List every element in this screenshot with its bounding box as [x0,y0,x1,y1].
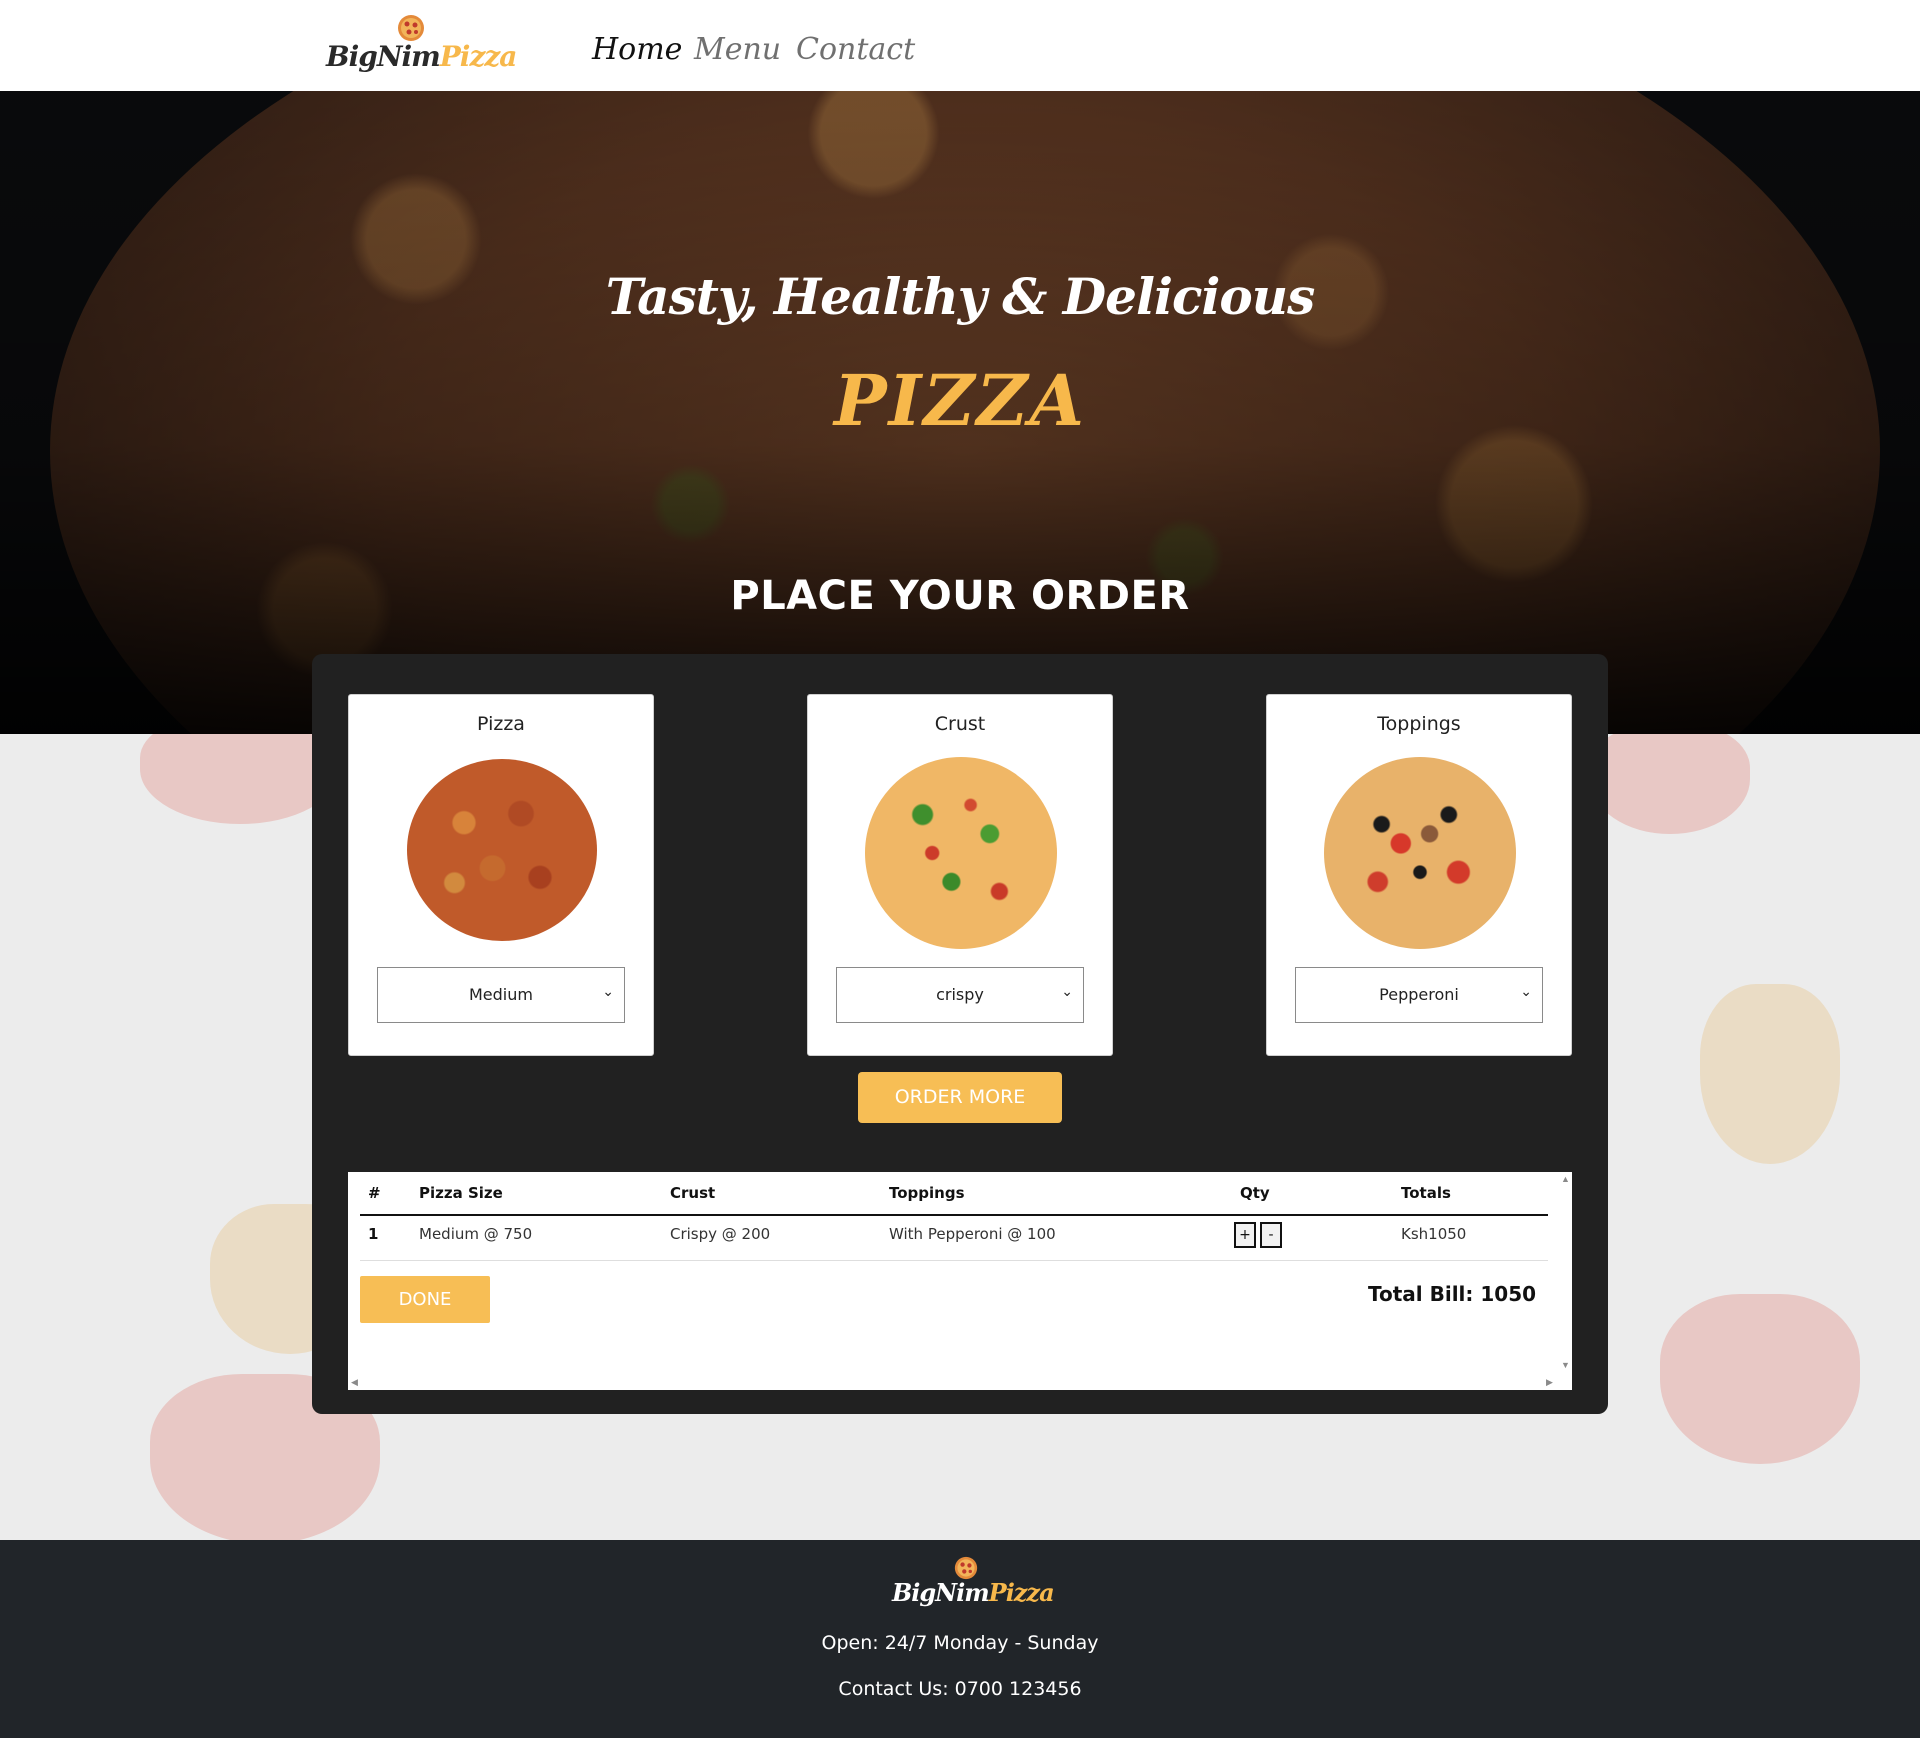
table-header-qty: Qty [1240,1184,1270,1202]
pattern-slice [1590,734,1750,834]
vertical-scrollbar[interactable]: ▲ ▼ [1558,1172,1572,1376]
footer: BigNimPizza Open: 24/7 Monday - Sunday C… [0,1540,1920,1738]
footer-contact: Contact Us: 0700 123456 [838,1678,1082,1700]
order-panel: Pizza Medium ⌄ Crust crispy ⌄ Toppings P… [312,654,1608,1414]
row-number: 1 [368,1225,379,1243]
row-toppings: With Pepperoni @ 100 [889,1225,1056,1243]
pattern-slice [140,734,340,824]
horizontal-scrollbar[interactable]: ◀ ▶ [348,1376,1572,1390]
brand-logo[interactable]: BigNimPizza [322,12,517,82]
table-header-totals: Totals [1401,1184,1451,1202]
footer-hours: Open: 24/7 Monday - Sunday [821,1632,1099,1654]
chevron-down-icon: ⌄ [602,984,614,1000]
crust-card: Crust crispy ⌄ [807,694,1113,1056]
hero-banner: Tasty, Healthy & Delicious PIZZA PLACE Y… [0,91,1920,734]
pizza-icon [398,15,424,41]
hero-title: PIZZA [834,359,1086,442]
nav-menu-link[interactable]: Menu [694,32,781,67]
brand-name-part2: Pizza [439,40,518,73]
pattern-slice [1700,984,1840,1164]
qty-increase-button[interactable]: + [1234,1222,1256,1248]
crust-card-title: Crust [934,713,986,735]
nav-contact-link[interactable]: Contact [796,32,915,67]
qty-decrease-button[interactable]: - [1260,1222,1282,1248]
hero-tagline: Tasty, Healthy & Delicious [605,267,1316,326]
order-more-button[interactable]: ORDER MORE [858,1072,1062,1123]
table-header-divider [360,1214,1548,1216]
pattern-slice [1660,1294,1860,1464]
pizza-image [407,759,597,941]
done-button[interactable]: DONE [360,1276,490,1323]
scroll-down-icon[interactable]: ▼ [1561,1360,1570,1370]
brand-name-part1: BigNim [326,40,441,73]
toppings-image [1324,757,1516,949]
chevron-down-icon: ⌄ [1520,984,1532,1000]
crust-image [865,757,1057,949]
pizza-icon [954,1556,978,1580]
row-crust: Crispy @ 200 [670,1225,771,1243]
hero-subtitle: PLACE YOUR ORDER [730,573,1190,619]
order-table: # Pizza Size Crust Toppings Qty Totals 1… [348,1172,1572,1390]
toppings-card-title: Toppings [1377,713,1461,735]
crust-select[interactable]: crispy ⌄ [836,967,1084,1023]
pizza-size-select[interactable]: Medium ⌄ [377,967,625,1023]
row-total: Ksh1050 [1401,1225,1467,1243]
pizza-size-value: Medium [469,985,533,1004]
table-header-number: # [368,1184,381,1202]
pizza-size-card: Pizza Medium ⌄ [348,694,654,1056]
pizza-card-title: Pizza [477,713,525,735]
scroll-up-icon[interactable]: ▲ [1561,1174,1570,1184]
toppings-value: Pepperoni [1379,985,1459,1004]
scroll-right-icon[interactable]: ▶ [1546,1377,1553,1388]
footer-brand-name: BigNimPizza [892,1578,1055,1607]
footer-brand-part2: Pizza [988,1578,1055,1607]
table-row-divider [360,1260,1548,1261]
table-header-toppings: Toppings [889,1184,965,1202]
nav-home-link[interactable]: Home [592,32,682,67]
table-header-crust: Crust [670,1184,716,1202]
footer-brand-part1: BigNim [892,1578,990,1607]
navbar: BigNimPizza Home Menu Contact [0,0,1920,91]
chevron-down-icon: ⌄ [1061,984,1073,1000]
toppings-select[interactable]: Pepperoni ⌄ [1295,967,1543,1023]
crust-value: crispy [936,985,984,1004]
total-bill: Total Bill: 1050 [1368,1282,1537,1306]
scroll-left-icon[interactable]: ◀ [351,1377,358,1388]
footer-brand-logo[interactable]: BigNimPizza [888,1556,1055,1612]
brand-name: BigNimPizza [326,40,518,73]
table-header-pizza-size: Pizza Size [419,1184,503,1202]
row-pizza-size: Medium @ 750 [419,1225,533,1243]
toppings-card: Toppings Pepperoni ⌄ [1266,694,1572,1056]
